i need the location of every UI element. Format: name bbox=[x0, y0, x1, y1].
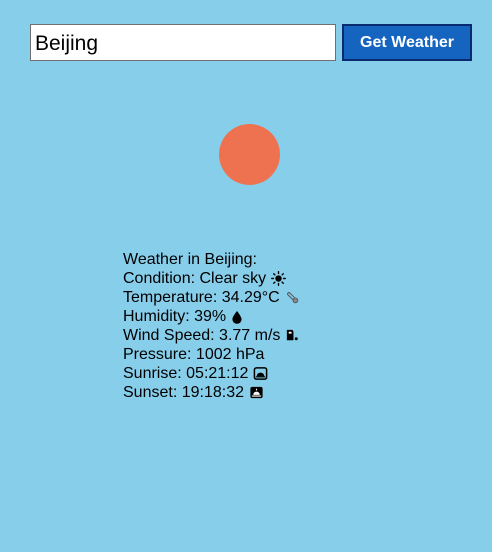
sunset-icon bbox=[249, 385, 264, 400]
wind-speed-row: Wind Speed: 3.77 m/s bbox=[123, 326, 300, 345]
city-input[interactable] bbox=[30, 24, 336, 61]
temperature-row: Temperature: 34.29°C bbox=[123, 288, 300, 307]
sunrise-row: Sunrise: 05:21:12 bbox=[123, 364, 300, 383]
weather-heading-text: Weather in Beijing: bbox=[123, 251, 257, 268]
pressure-row: Pressure: 1002 hPa bbox=[123, 345, 300, 364]
pressure-text: Pressure: 1002 hPa bbox=[123, 346, 265, 363]
temperature-text: Temperature: 34.29°C bbox=[123, 289, 280, 306]
condition-text: Condition: Clear sky bbox=[123, 270, 267, 287]
get-weather-button[interactable]: Get Weather bbox=[342, 24, 472, 61]
humidity-row: Humidity: 39% bbox=[123, 307, 300, 326]
weather-heading: Weather in Beijing: bbox=[123, 250, 300, 269]
condition-row: Condition: Clear sky bbox=[123, 269, 300, 288]
droplet-icon bbox=[231, 310, 243, 324]
wind-speed-text: Wind Speed: 3.77 m/s bbox=[123, 327, 281, 344]
weather-sun-graphic bbox=[219, 124, 280, 185]
sunrise-text: Sunrise: 05:21:12 bbox=[123, 365, 249, 382]
weather-info: Weather in Beijing: Condition: Clear sky bbox=[123, 250, 300, 402]
sunset-text: Sunset: 19:18:32 bbox=[123, 384, 244, 401]
thermometer-icon bbox=[285, 290, 300, 305]
sun-icon bbox=[271, 271, 287, 286]
wind-icon bbox=[285, 328, 300, 343]
search-bar: Get Weather bbox=[30, 24, 472, 61]
sunset-row: Sunset: 19:18:32 bbox=[123, 383, 300, 402]
sunrise-icon bbox=[253, 366, 268, 381]
humidity-text: Humidity: 39% bbox=[123, 308, 227, 325]
